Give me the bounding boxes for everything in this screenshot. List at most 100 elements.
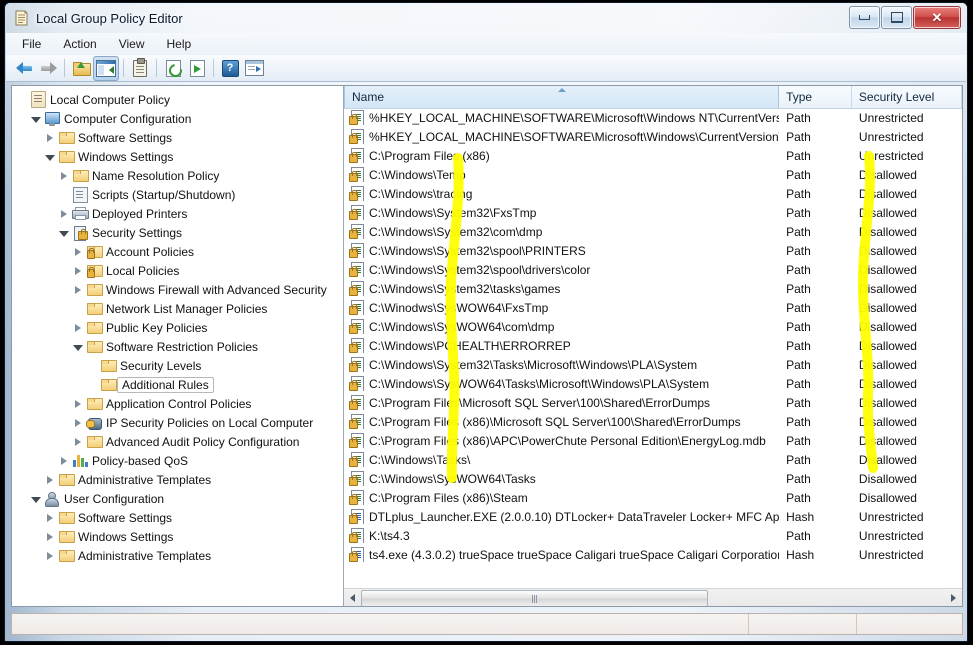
chevron-right-icon[interactable]	[71, 413, 85, 432]
table-row[interactable]: C:\Windows\SysWOW64\Tasks\Microsoft\Wind…	[344, 374, 962, 393]
close-button[interactable]: ✕	[913, 6, 961, 29]
tree-item-account-policies[interactable]: Account Policies	[15, 242, 343, 261]
chevron-right-icon[interactable]	[71, 261, 85, 280]
chevron-right-icon[interactable]	[71, 394, 85, 413]
chevron-right-icon[interactable]	[57, 204, 71, 223]
table-row[interactable]: DTLplus_Launcher.EXE (2.0.0.10) DTLocker…	[344, 507, 962, 526]
up-one-level-button[interactable]	[69, 57, 93, 80]
scroll-right-button[interactable]	[945, 589, 962, 606]
horizontal-scrollbar[interactable]	[344, 588, 962, 606]
back-button[interactable]	[12, 57, 36, 80]
tree-item-scripts-startup-shutdown[interactable]: Scripts (Startup/Shutdown)	[15, 185, 343, 204]
chevron-right-icon[interactable]	[71, 318, 85, 337]
chevron-right-icon[interactable]	[57, 166, 71, 185]
horizontal-scroll-track[interactable]	[361, 589, 945, 606]
tree-item-windows-settings[interactable]: Windows Settings	[15, 147, 343, 166]
column-header-type-label: Type	[786, 90, 813, 104]
chevron-right-icon[interactable]	[71, 280, 85, 299]
table-row[interactable]: C:\Windows\System32\FxsTmp Path Disallowed	[344, 203, 962, 222]
tree-item-computer-configuration[interactable]: Computer Configuration	[15, 109, 343, 128]
table-row[interactable]: C:\Windows\SysWOW64\com\dmp Path Disallowe…	[344, 317, 962, 336]
tree-item-software-settings[interactable]: Software Settings	[15, 128, 343, 147]
title-bar[interactable]: Local Group Policy Editor ✕	[5, 3, 967, 33]
table-row[interactable]: C:\Windows\Tasks\ Path Disallowed	[344, 450, 962, 469]
table-row[interactable]: C:\Program Files\Microsoft SQL Server\10…	[344, 393, 962, 412]
maximize-button[interactable]	[881, 6, 912, 29]
chevron-down-icon[interactable]	[57, 223, 71, 242]
tree-item-windows-settings[interactable]: Windows Settings	[15, 527, 343, 546]
table-row[interactable]: C:\Windows\System32\Tasks\Microsoft\Wind…	[344, 355, 962, 374]
chevron-right-icon[interactable]	[43, 128, 57, 147]
folder-icon	[99, 375, 117, 394]
show-hide-action-pane-button[interactable]	[242, 57, 266, 80]
chevron-down-icon[interactable]	[43, 147, 57, 166]
table-row[interactable]: C:\Program Files (x86)\Steam Path Disallow…	[344, 488, 962, 507]
table-row[interactable]: C:\Windows\SysWOW64\Tasks Path Disallowed	[344, 469, 962, 488]
tree-item-advanced-audit-policy-configuration[interactable]: Advanced Audit Policy Configuration	[15, 432, 343, 451]
menu-item-file[interactable]: File	[12, 35, 51, 53]
table-row[interactable]: C:\Windows\System32\spool\drivers\color P…	[344, 260, 962, 279]
chevron-right-icon[interactable]	[57, 451, 71, 470]
chevron-right-icon[interactable]	[43, 470, 57, 489]
table-row[interactable]: ts4.exe (4.3.0.2) trueSpace trueSpace Ca…	[344, 545, 962, 564]
tree-item-windows-firewall-with-advanced-security[interactable]: Windows Firewall with Advanced Security	[15, 280, 343, 299]
tree-item-ip-security-policies-on-local-computer[interactable]: IP Security Policies on Local Computer	[15, 413, 343, 432]
table-row[interactable]: %HKEY_LOCAL_MACHINE\SOFTWARE\Microsoft\W…	[344, 127, 962, 146]
tree-item-network-list-manager-policies[interactable]: Network List Manager Policies	[15, 299, 343, 318]
tree-item-additional-rules[interactable]: Additional Rules	[15, 375, 343, 394]
tree-item-security-settings[interactable]: Security Settings	[15, 223, 343, 242]
chevron-down-icon[interactable]	[29, 489, 43, 508]
help-button[interactable]: ?	[218, 57, 242, 80]
refresh-button[interactable]	[161, 57, 185, 80]
chevron-right-icon[interactable]	[43, 527, 57, 546]
chevron-right-icon[interactable]	[43, 508, 57, 527]
table-row[interactable]: C:\Program Files (x86) Path Unrestricted	[344, 146, 962, 165]
tree-item-software-settings[interactable]: Software Settings	[15, 508, 343, 527]
menu-item-help[interactable]: Help	[157, 35, 202, 53]
table-row[interactable]: C:\Windows\tracing Path Disallowed	[344, 184, 962, 203]
table-row[interactable]: K:\ts4.3 Path Unrestricted	[344, 526, 962, 545]
table-row[interactable]: C:\Windows\System32\tasks\games Path Disal…	[344, 279, 962, 298]
chevron-right-icon[interactable]	[71, 432, 85, 451]
tree-item-user-configuration[interactable]: User Configuration	[15, 489, 343, 508]
tree-item-application-control-policies[interactable]: Application Control Policies	[15, 394, 343, 413]
menu-item-view[interactable]: View	[109, 35, 155, 53]
tree-item-software-restriction-policies[interactable]: Software Restriction Policies	[15, 337, 343, 356]
horizontal-scroll-thumb[interactable]	[361, 590, 708, 606]
tree-item-policy-based-qos[interactable]: Policy-based QoS	[15, 451, 343, 470]
tree-item-public-key-policies[interactable]: Public Key Policies	[15, 318, 343, 337]
tree-item-local-policies[interactable]: Local Policies	[15, 261, 343, 280]
cell-name-text: %HKEY_LOCAL_MACHINE\SOFTWARE\Microsoft\W…	[369, 110, 780, 125]
column-header-name[interactable]: Name	[344, 86, 780, 108]
tree-item-administrative-templates[interactable]: Administrative Templates	[15, 546, 343, 565]
rules-list-pane[interactable]: Name Type Security Level %HKEY_LOCAL_MAC…	[344, 86, 962, 606]
tree-item-local-computer-policy[interactable]: Local Computer Policy	[15, 90, 343, 109]
properties-button[interactable]	[128, 57, 152, 80]
table-row[interactable]: C:\Windows\Temp Path Disallowed	[344, 165, 962, 184]
export-list-button[interactable]	[185, 57, 209, 80]
chevron-down-icon[interactable]	[71, 337, 85, 356]
table-row[interactable]: %HKEY_LOCAL_MACHINE\SOFTWARE\Microsoft\W…	[344, 108, 962, 127]
table-row[interactable]: C:\Windows\System32\spool\PRINTERS Path Di…	[344, 241, 962, 260]
help-question-icon: ?	[221, 59, 239, 77]
column-header-type[interactable]: Type	[779, 86, 852, 108]
tree-item-administrative-templates[interactable]: Administrative Templates	[15, 470, 343, 489]
tree-item-name-resolution-policy[interactable]: Name Resolution Policy	[15, 166, 343, 185]
chevron-down-icon[interactable]	[29, 109, 43, 128]
menu-item-action[interactable]: Action	[53, 35, 106, 53]
table-row[interactable]: C:\Program Files (x86)\APC\PowerChute Pe…	[344, 431, 962, 450]
scroll-left-button[interactable]	[344, 589, 361, 606]
chevron-right-icon[interactable]	[43, 546, 57, 565]
forward-button[interactable]	[36, 57, 60, 80]
table-row[interactable]: C:\Windows\System32\com\dmp Path Disallowe…	[344, 222, 962, 241]
table-row[interactable]: C:\Program Files (x86)\Microsoft SQL Ser…	[344, 412, 962, 431]
tree-item-security-levels[interactable]: Security Levels	[15, 356, 343, 375]
table-row[interactable]: C:\Windows\PCHEALTH\ERRORREP Path Disallow…	[344, 336, 962, 355]
show-hide-console-tree-button[interactable]	[93, 55, 119, 81]
tree-item-deployed-printers[interactable]: Deployed Printers	[15, 204, 343, 223]
console-tree-pane[interactable]: Local Computer Policy Computer Configurat…	[12, 86, 344, 606]
column-header-security-level[interactable]: Security Level	[852, 86, 962, 108]
minimize-button[interactable]	[849, 6, 880, 29]
chevron-right-icon[interactable]	[71, 242, 85, 261]
table-row[interactable]: C:\Winodws\SysWOW64\FxsTmp Path Disallowed	[344, 298, 962, 317]
